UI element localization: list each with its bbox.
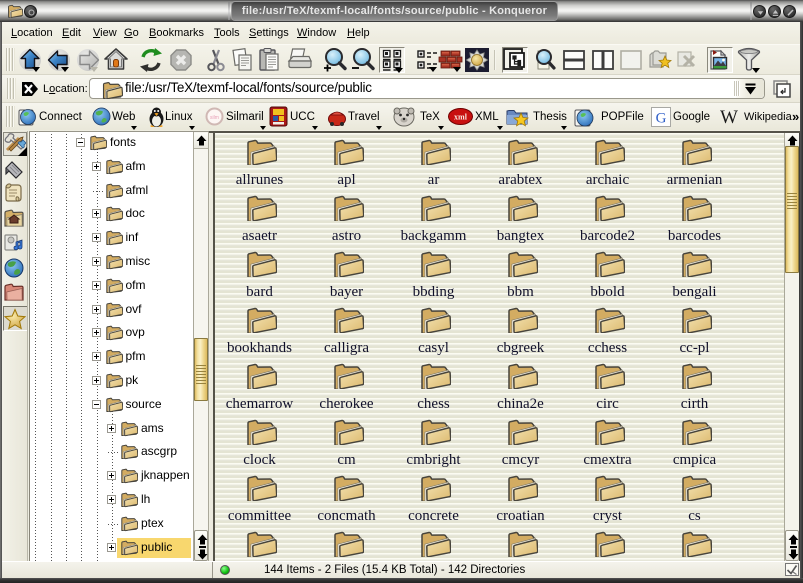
svg-text:xml: xml — [454, 113, 468, 122]
svg-text:W: W — [720, 107, 738, 127]
svg-text:G: G — [656, 111, 667, 127]
svg-text:silm: silm — [210, 115, 219, 121]
